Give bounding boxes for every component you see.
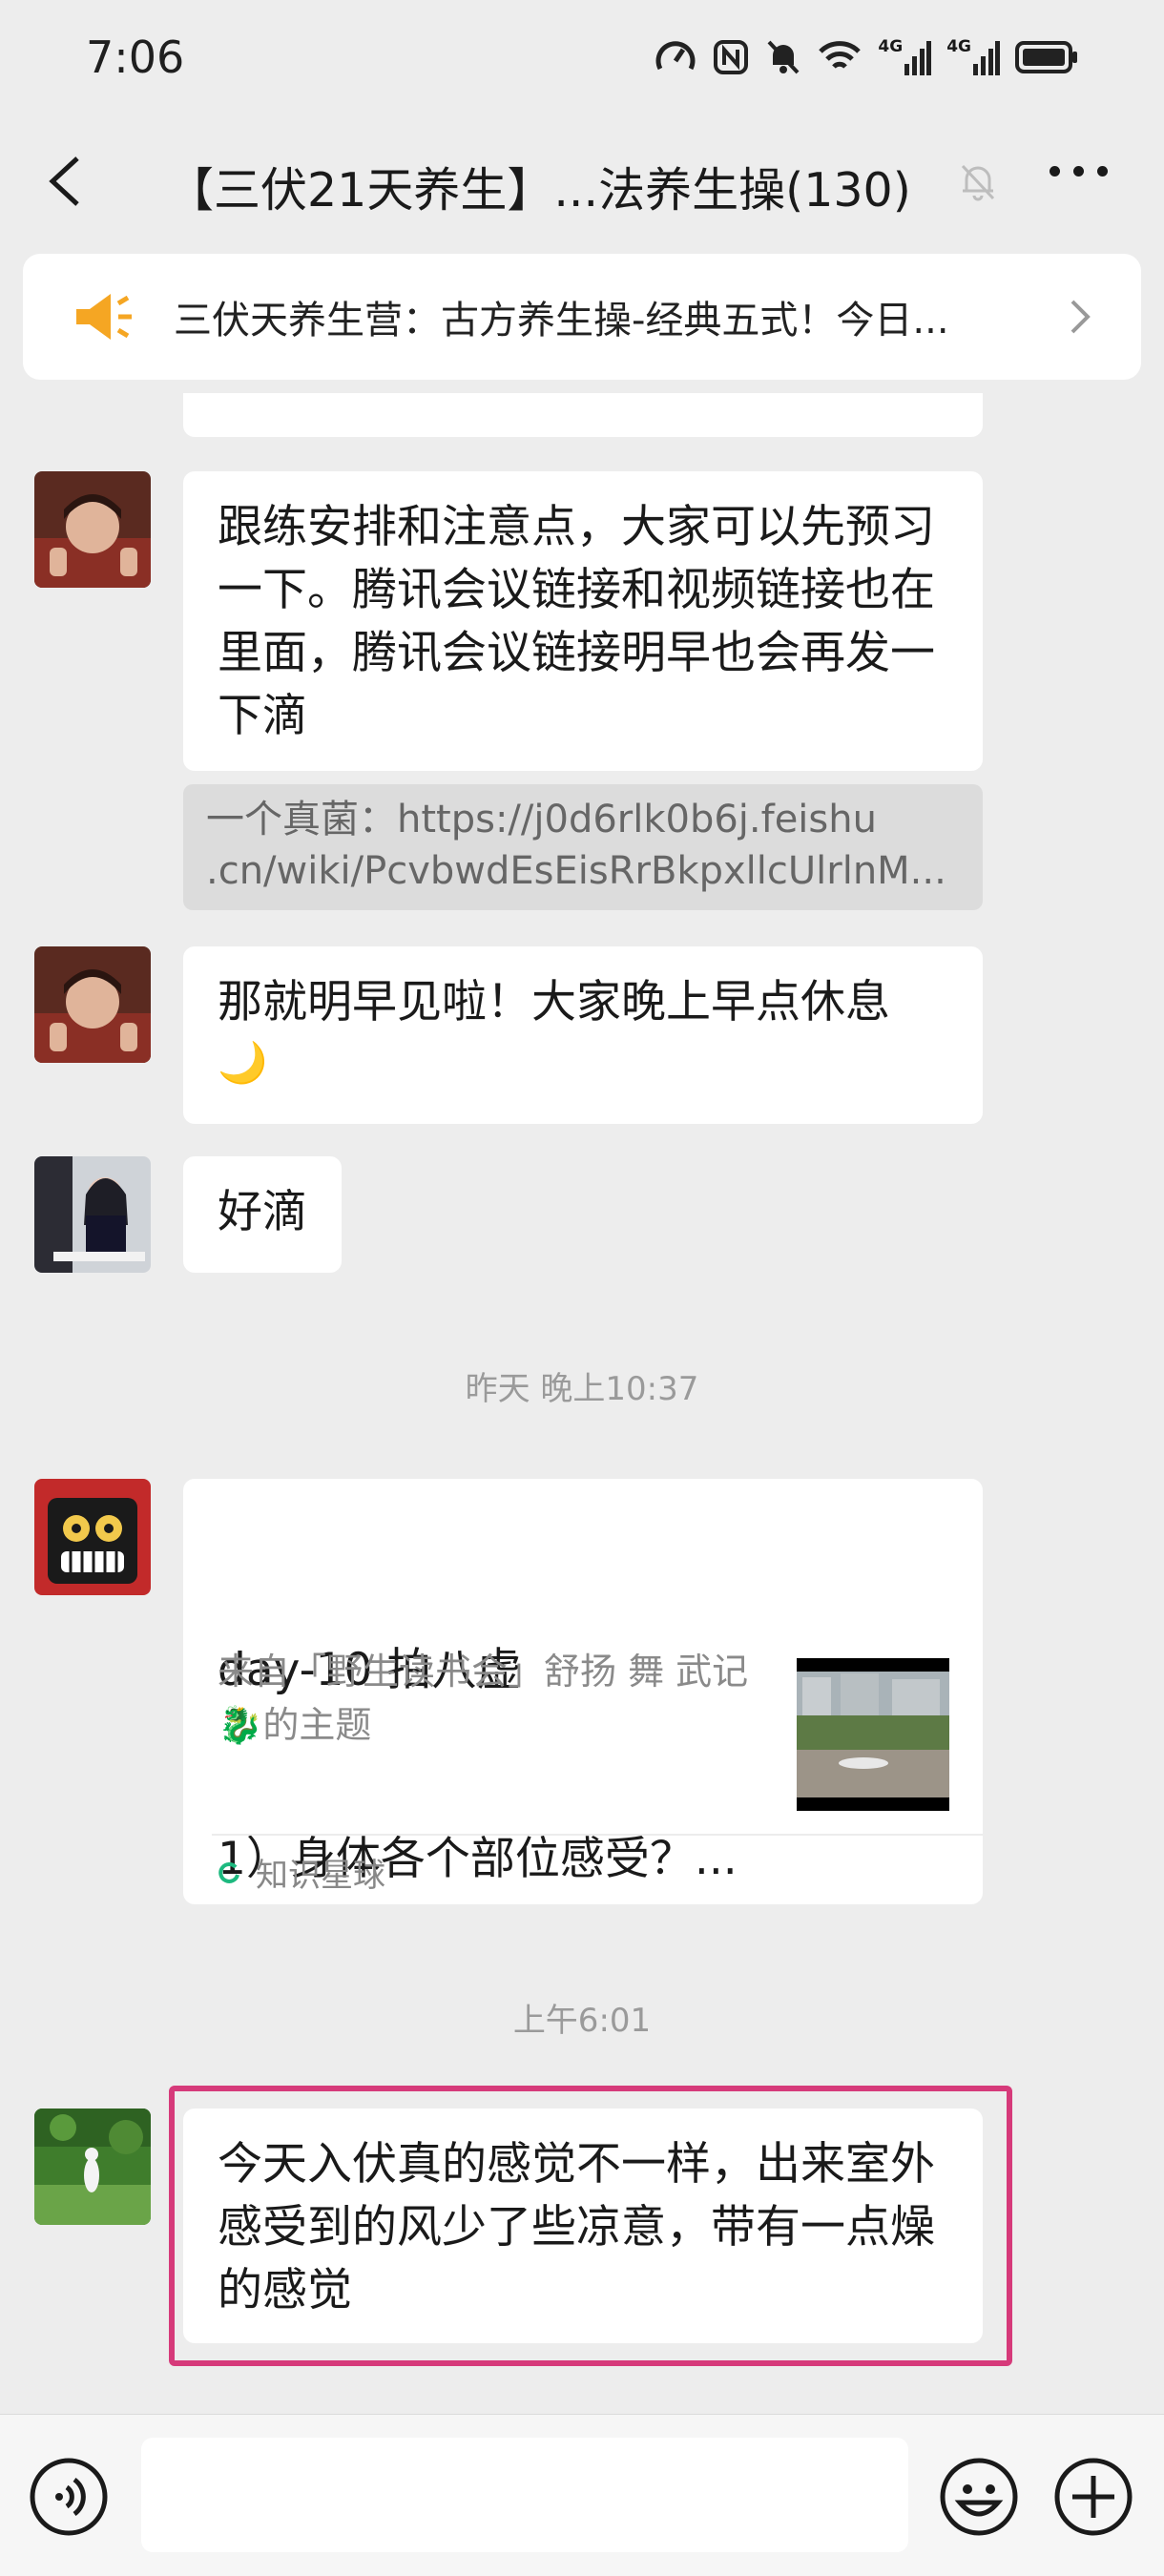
plus-icon — [1054, 2458, 1133, 2536]
message-bubble[interactable]: 跟练安排和注意点，大家可以先预习一下。腾讯会议链接和视频链接也在里面，腾讯会议链… — [183, 471, 983, 771]
net1-label: 4G — [878, 37, 904, 56]
mute-bell-icon — [767, 40, 800, 74]
message-text: 好滴 — [218, 1186, 307, 1238]
speed-meter-icon — [655, 41, 696, 71]
voice-icon — [30, 2458, 108, 2536]
highlight-frame — [169, 2086, 1012, 2366]
dot-icon — [1073, 166, 1084, 177]
battery-icon — [1015, 41, 1077, 73]
timestamp: 昨天 晚上10:37 — [465, 1370, 699, 1408]
nfc-icon — [714, 40, 749, 74]
message-bubble-partial — [183, 393, 983, 437]
chevron-right-icon — [1070, 300, 1091, 334]
more-actions-button[interactable] — [1053, 2457, 1133, 2541]
more-options-button[interactable] — [1050, 166, 1108, 177]
card-source: 知识星球 — [218, 1849, 385, 1896]
status-time: 7:06 — [86, 31, 185, 83]
message-text: 那就明早见啦！大家晚上早点休息 — [218, 976, 890, 1028]
avatar[interactable] — [34, 946, 151, 1063]
dot-icon — [1097, 166, 1108, 177]
dot-icon — [1050, 166, 1060, 177]
message-input[interactable] — [141, 2438, 908, 2552]
notice-text: 三伏天养生营：古方养生操-经典五式！今日... — [174, 299, 949, 343]
emoji-icon — [940, 2458, 1018, 2536]
message-bubble[interactable]: 那就明早见啦！大家晚上早点休息 🌙 — [183, 946, 983, 1124]
shared-topic-card[interactable]: day-10 拍八虚 1）身体各个部位感受？... 来自「野生读书会」舒扬 舞 … — [183, 1479, 983, 1904]
card-thumbnail — [797, 1658, 949, 1811]
signal-bars-icon — [904, 41, 932, 75]
megaphone-icon — [76, 294, 132, 340]
card-description: 来自「野生读书会」舒扬 舞 武记🐉的主题 — [218, 1651, 749, 1746]
card-title: day-10 拍八虚 1）身体各个部位感受？... — [218, 1513, 738, 2017]
quote-line: 一个真菌：https://j0d6rlk0b6j.feishu — [206, 798, 877, 841]
chat-title: 【三伏21天养生】...法养生操(130) — [167, 163, 911, 218]
signal-4g-2: 4G — [946, 39, 1000, 75]
net2-label: 4G — [946, 37, 971, 56]
emoji-button[interactable] — [939, 2457, 1019, 2541]
status-icons: 4G 4G — [655, 38, 1078, 76]
quoted-link[interactable]: 一个真菌：https://j0d6rlk0b6j.feishu .cn/wiki… — [183, 784, 983, 910]
mute-notification-icon — [961, 164, 995, 201]
card-divider — [212, 1834, 983, 1836]
quote-line: .cn/wiki/PcvbwdEsEisRrBkpxllcUlrlnM... — [206, 849, 946, 893]
moon-emoji: 🌙 — [218, 1039, 268, 1086]
signal-bars-icon — [973, 41, 1000, 75]
input-bar — [0, 2414, 1164, 2576]
voice-input-button[interactable] — [29, 2457, 109, 2541]
title-bar: 【三伏21天养生】...法养生操(130) — [0, 114, 1164, 248]
avatar[interactable] — [34, 471, 151, 588]
message-bubble[interactable]: 好滴 — [183, 1156, 342, 1273]
group-notice-banner[interactable]: 三伏天养生营：古方养生操-经典五式！今日... — [23, 254, 1141, 380]
timestamp: 上午6:01 — [512, 2002, 652, 2040]
back-button[interactable] — [43, 155, 91, 208]
signal-4g-1: 4G — [878, 37, 932, 75]
avatar[interactable] — [34, 2109, 151, 2225]
message-text: 跟练安排和注意点，大家可以先预习一下。腾讯会议链接和视频链接也在里面，腾讯会议链… — [218, 501, 935, 742]
zsxq-logo-icon — [218, 1861, 239, 1883]
avatar[interactable] — [34, 1156, 151, 1273]
wifi-icon — [819, 41, 862, 69]
avatar[interactable] — [34, 1479, 151, 1595]
status-bar: 7:06 4G 4G — [0, 0, 1164, 114]
card-source-label: 知识星球 — [256, 1857, 385, 1895]
back-arrow-icon — [49, 156, 79, 206]
